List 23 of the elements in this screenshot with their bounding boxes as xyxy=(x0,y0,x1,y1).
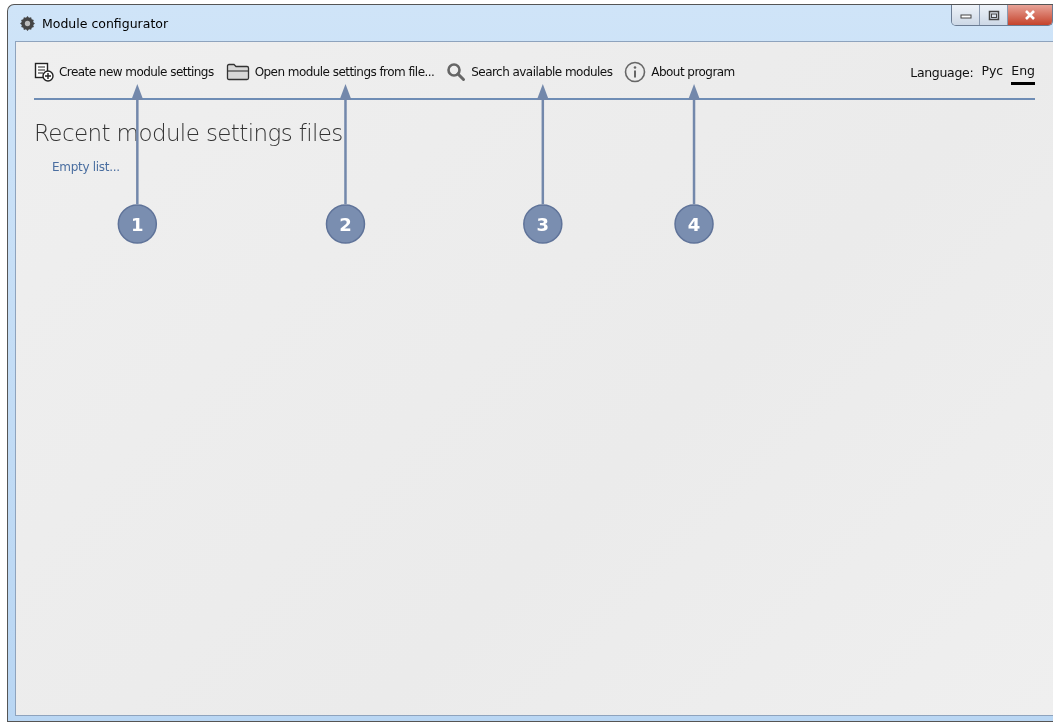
toolbar-button[interactable]: Create new module settings xyxy=(34,62,226,82)
window-title: Module configurator xyxy=(42,15,169,31)
empty-list-link[interactable]: Empty list... xyxy=(52,160,120,174)
toolbar-button[interactable]: Search available modules xyxy=(446,62,625,82)
language-option[interactable]: Eng xyxy=(1011,63,1035,85)
toolbar-button[interactable]: Open module settings from file... xyxy=(225,63,447,81)
language-label: Language: xyxy=(910,64,974,80)
callout-marker: 4 xyxy=(674,204,714,244)
document-add-icon xyxy=(34,62,54,82)
info-icon xyxy=(624,61,647,83)
close-icon xyxy=(1023,9,1037,21)
maximize-icon xyxy=(987,9,1000,21)
callout-marker: 3 xyxy=(523,204,563,244)
search-icon xyxy=(446,62,467,82)
callout-marker: 2 xyxy=(325,204,366,244)
gear-icon xyxy=(19,14,36,32)
maximize-button[interactable] xyxy=(980,5,1008,25)
minimize-icon xyxy=(959,11,972,19)
folder-icon xyxy=(225,63,250,81)
language-option[interactable]: Рус xyxy=(981,63,1004,85)
callout-marker: 1 xyxy=(117,204,158,244)
close-button[interactable] xyxy=(1008,5,1052,25)
toolbar-button[interactable]: About program xyxy=(624,61,747,83)
